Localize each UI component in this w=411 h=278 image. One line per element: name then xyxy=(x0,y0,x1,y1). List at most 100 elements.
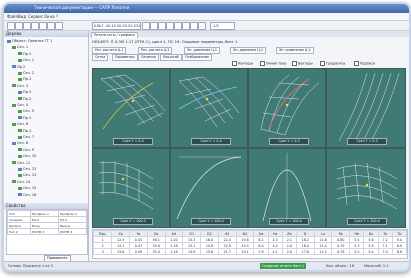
props-cell[interactable]: ЛОПМ 2 xyxy=(29,228,59,235)
tree-item[interactable]: Пр.1 xyxy=(18,52,31,57)
tree-item[interactable]: Сеч. 1 xyxy=(12,45,28,50)
chart-icon[interactable] xyxy=(190,22,198,30)
results-table: Пар. Xo Yo Za Kd D1 D2 Ф1 Ф2 Хм Ум Zм B Lo Rk Hb Bz Ta Tb 1… xyxy=(92,229,408,259)
table-icon[interactable] xyxy=(198,22,206,30)
tree-item[interactable]: Сеч. 4 xyxy=(12,103,28,108)
menu-service[interactable]: Сервис xyxy=(28,14,43,19)
menu-file[interactable]: Файл xyxy=(7,14,18,19)
plot-cell[interactable]: Срез Y = 200.0 xyxy=(326,148,406,228)
zoom-combo[interactable]: АЛЬТ. 40.45.50.50.22.03.8 xyxy=(92,22,141,30)
table-cell: 21.7 xyxy=(217,248,237,255)
grid-icon[interactable] xyxy=(182,22,190,30)
subtab-display[interactable]: Отображение xyxy=(182,54,213,61)
plot-cell[interactable]: Срез Y = 0.4 xyxy=(92,68,170,148)
tree-item[interactable]: Сеч. 8 xyxy=(12,141,28,146)
tree-item[interactable]: Пр.1 xyxy=(18,129,31,134)
plot-cell[interactable]: Срез Y = 200.0 xyxy=(92,148,170,228)
tree-item[interactable]: Сеч. 7 xyxy=(18,135,34,140)
option-labels[interactable]: Подписи xyxy=(354,61,375,67)
table-cell: 7.9 xyxy=(253,248,269,255)
tree-item[interactable]: Сеч. 11 xyxy=(12,161,30,166)
toolbar: АЛЬТ. 40.45.50.50.22.03.8 -1/2 xyxy=(4,21,409,31)
tree-node-icon xyxy=(18,193,22,197)
plot-label: Срез Y = 200.0 xyxy=(269,218,309,225)
tree-item[interactable]: Сеч. 12 xyxy=(18,167,36,172)
option-vectors[interactable]: Векторы xyxy=(292,61,313,67)
status-text: Готово. Просмотр 1 из 3 xyxy=(8,264,53,268)
curve-plot xyxy=(262,153,312,222)
tree-item[interactable]: Сеч. 9 xyxy=(18,148,34,153)
print-icon[interactable] xyxy=(31,22,39,30)
new-icon[interactable] xyxy=(7,22,15,30)
mesh-plot xyxy=(336,162,398,210)
cut-icon[interactable] xyxy=(39,22,47,30)
tree-item[interactable]: Сеч. 16 xyxy=(18,193,36,198)
curve-plot xyxy=(176,156,242,220)
tree-item[interactable]: Пр.1 xyxy=(18,116,31,121)
prev-icon[interactable] xyxy=(142,22,150,30)
plot-cell[interactable]: Срез Y = 0.5 xyxy=(326,68,406,148)
save-icon[interactable] xyxy=(23,22,31,30)
tree-item[interactable]: Сеч. 13 xyxy=(18,173,36,178)
subtab-pressure-c2[interactable]: Эп. давления Ц.2 xyxy=(230,47,266,54)
tree-item[interactable]: Объект: Лопатка ГТ 1 xyxy=(7,39,52,44)
tree-item[interactable]: Сеч. 10 xyxy=(18,154,36,159)
next-icon[interactable] xyxy=(150,22,158,30)
tree-item[interactable]: Сеч. 6 xyxy=(12,122,28,127)
option-streamlines[interactable]: Линии тока xyxy=(260,61,286,67)
open-icon[interactable] xyxy=(15,22,23,30)
subtab-grid[interactable]: Сетка xyxy=(92,54,109,61)
tree-item[interactable]: Сеч. 15 xyxy=(18,186,36,191)
tree-item[interactable]: Сеч. 5 xyxy=(18,109,34,114)
subtab-sections[interactable]: Сечения xyxy=(138,54,159,61)
copy-icon[interactable] xyxy=(47,22,55,30)
status-green-badge: Создание отчета Лист 1 xyxy=(260,263,307,269)
props-cell[interactable]: ЛОПМ 3 xyxy=(57,228,88,235)
table-cell: 1.16 xyxy=(164,248,184,255)
title-bar: Техническая документация — САПР Лопатки xyxy=(4,4,409,13)
menu-bar: Файл Вид Сервис Окна ? xyxy=(4,13,409,21)
subtab-pressure-c1[interactable]: Эп. давления Ц.1 xyxy=(184,47,220,54)
app-window: Техническая документация — САПР Лопатки … xyxy=(2,2,411,272)
props-row: Тип 2 ЛОПМ 2 ЛОПМ 3 xyxy=(7,228,88,235)
paste-icon[interactable] xyxy=(55,22,63,30)
table-cell: 11.2 xyxy=(313,248,333,255)
subtab-results-c2[interactable]: Рез. расчета Ц.2 xyxy=(138,47,173,54)
tree-item[interactable]: Сеч. 2 xyxy=(18,71,34,76)
table-cell: 14.9 xyxy=(182,248,202,255)
menu-view[interactable]: Вид xyxy=(18,14,26,19)
subtab-compare-c1[interactable]: Эп. сравнения Ц.1 xyxy=(276,47,314,54)
option-contours[interactable]: Контуры xyxy=(232,61,253,67)
zoom-in-icon[interactable] xyxy=(158,22,166,30)
plot-label: Срез Y = 200.0 xyxy=(191,218,231,225)
zoom-out-icon[interactable] xyxy=(166,22,174,30)
tree-item[interactable]: Сеч. 1 xyxy=(18,58,34,63)
option-gradients[interactable]: Градиенты xyxy=(320,61,345,67)
tab-results[interactable]: Результаты / графики xyxy=(91,32,138,38)
menu-windows[interactable]: Окна xyxy=(44,14,55,19)
menu-help[interactable]: ? xyxy=(56,14,58,19)
tree-node-icon xyxy=(12,161,16,165)
subtab-params[interactable]: Параметры xyxy=(112,54,138,61)
tree-node-icon xyxy=(18,173,22,177)
fit-icon[interactable] xyxy=(174,22,182,30)
tree-node-icon xyxy=(18,52,22,56)
plot-cell[interactable]: Срез Y = 0.5 xyxy=(248,68,326,148)
plot-cell[interactable]: Срез Y = 200.0 xyxy=(248,148,326,228)
plot-label: Срез Y = 200.0 xyxy=(113,218,153,225)
left-panel: Дерево Объект: Лопатка ГТ 1 Сеч. 1 Пр.1 Сеч… xyxy=(4,31,89,262)
page-combo[interactable]: -1/2 xyxy=(210,22,235,30)
plot-cell[interactable]: Срез Y = 0.4 xyxy=(170,68,248,148)
tree-item[interactable]: Пр.2 xyxy=(18,97,31,102)
document-tabs: Результаты / графики xyxy=(89,31,409,38)
plot-cell[interactable]: Срез Y = 200.0 xyxy=(170,148,248,228)
table-cell: 3 xyxy=(92,248,113,255)
tree-item[interactable]: Сеч. 14 xyxy=(12,180,30,185)
tree-item[interactable]: Пр.1 xyxy=(18,90,31,95)
tree-item[interactable]: Пр.1 xyxy=(18,77,31,82)
subtab-results-c1[interactable]: Рез. расчета Ц.1 xyxy=(92,47,127,54)
tree-item[interactable]: Сеч. 3 xyxy=(12,84,28,89)
table-row[interactable]: 3 13.6 0.49 35.4 1.16 14.9 15.6 21.7 19.1 7.9 4.1 2… xyxy=(92,248,408,255)
tree-item[interactable]: Пр.2 xyxy=(12,65,25,70)
subtab-scale[interactable]: Масштаб xyxy=(160,54,182,61)
